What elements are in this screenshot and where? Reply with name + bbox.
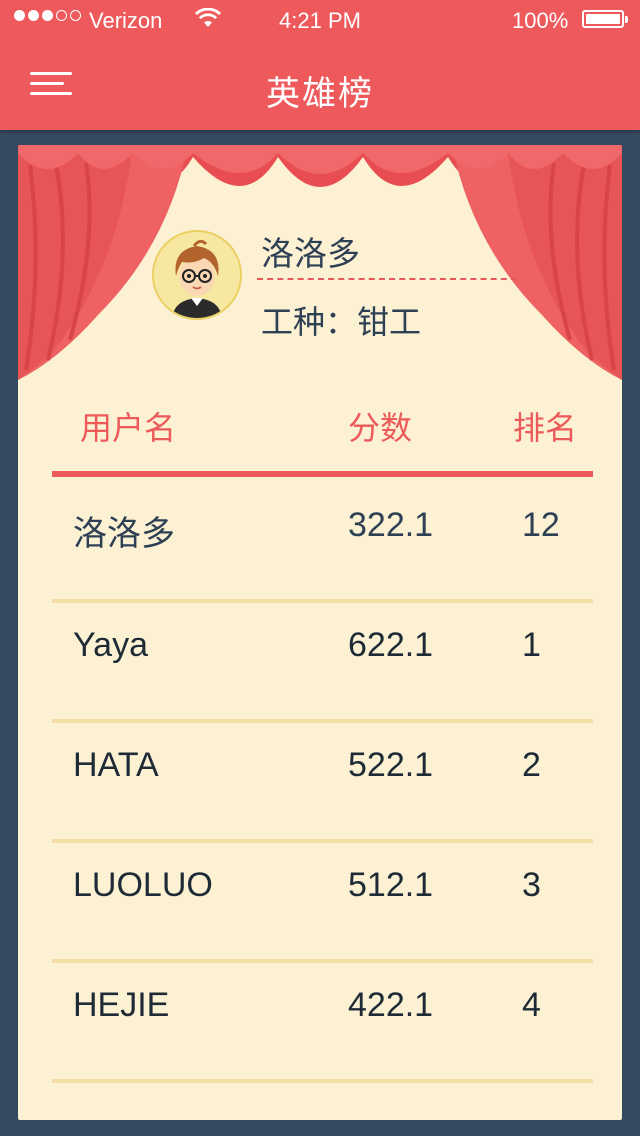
row-rank: 2: [522, 746, 541, 784]
battery-icon: [582, 10, 628, 28]
row-score: 622.1: [348, 626, 434, 664]
table-row[interactable]: HEJIE 422.1 4: [18, 963, 622, 1083]
row-score: 522.1: [348, 746, 434, 784]
top-bar: Verizon 4:21 PM 100% 英雄榜: [0, 0, 640, 130]
table-row[interactable]: HATA 522.1 2: [18, 723, 622, 843]
row-username: LUOLUO: [73, 866, 213, 904]
leaderboard-card: 洛洛多 工种：钳工 用户名 分数 排名 洛洛多 322.1 12 Yaya 62…: [18, 145, 622, 1120]
table-row[interactable]: 洛洛多 322.1 12: [18, 483, 622, 603]
profile-name: 洛洛多: [261, 234, 360, 273]
page-title: 英雄榜: [266, 74, 374, 114]
table-row[interactable]: Yaya 622.1 1: [18, 603, 622, 723]
column-header-username: 用户名: [80, 409, 177, 447]
row-username: Yaya: [73, 626, 148, 664]
row-rank: 12: [522, 506, 560, 544]
row-rank: 3: [522, 866, 541, 904]
row-divider: [52, 1079, 593, 1083]
row-rank: 1: [522, 626, 541, 664]
profile-divider: [257, 278, 517, 280]
column-header-rank: 排名: [513, 409, 578, 447]
row-score: 512.1: [348, 866, 434, 904]
row-rank: 4: [522, 986, 541, 1024]
header-divider: [52, 471, 593, 477]
row-score: 422.1: [348, 986, 434, 1024]
row-username: 洛洛多: [73, 514, 175, 554]
row-score: 322.1: [348, 506, 434, 544]
avatar: [152, 230, 242, 320]
row-username: HATA: [73, 746, 159, 784]
column-header-score: 分数: [348, 409, 413, 447]
table-row[interactable]: LUOLUO 512.1 3: [18, 843, 622, 963]
row-username: HEJIE: [73, 986, 170, 1024]
status-bar: Verizon 4:21 PM 100%: [0, 0, 640, 40]
profile-job: 工种：钳工: [261, 303, 422, 341]
battery-percent: 100%: [512, 8, 569, 33]
